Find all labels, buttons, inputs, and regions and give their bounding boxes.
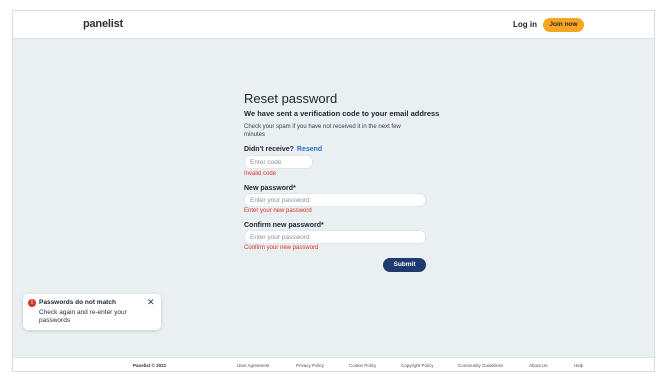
join-now-button[interactable]: Join now xyxy=(543,18,584,32)
submit-button[interactable]: Submit xyxy=(383,258,426,272)
footer-link-privacy-policy[interactable]: Privacy Policy xyxy=(296,363,324,368)
toast-title: Passwords do not match xyxy=(39,299,116,306)
confirm-password-error: Confirm your new password xyxy=(244,245,319,251)
footer: Panelist © 2021 User Agreement Privacy P… xyxy=(13,357,654,371)
resend-link[interactable]: Resend xyxy=(297,146,322,153)
confirm-password-input[interactable]: Enter your password xyxy=(244,230,426,244)
browser-viewport: panelist Log in Join now Reset password … xyxy=(12,10,655,372)
new-password-error: Enter your new password xyxy=(244,208,312,214)
spam-hint: Check your spam if you have not received… xyxy=(244,124,401,138)
footer-link-about-us[interactable]: About Us xyxy=(529,363,548,368)
code-error: Invalid code xyxy=(244,171,277,177)
new-password-input[interactable]: Enter your password xyxy=(244,193,426,207)
panelist-logo[interactable]: panelist xyxy=(83,18,123,30)
confirm-password-label: Confirm new password* xyxy=(244,222,324,229)
footer-link-cookie-policy[interactable]: Cookie Policy xyxy=(349,363,376,368)
footer-link-community-guidelines[interactable]: Community Guidelines xyxy=(458,363,503,368)
top-nav: panelist Log in Join now xyxy=(13,11,654,39)
form-subtitle: We have sent a verification code to your… xyxy=(244,109,440,118)
toast-message: Check again and re-enter your passwords xyxy=(39,309,127,324)
footer-copyright: Panelist © 2021 xyxy=(133,363,167,368)
footer-link-help[interactable]: Help xyxy=(574,363,583,368)
didnt-receive-label: Didn't receive? xyxy=(244,146,294,153)
page-title: Reset password xyxy=(244,91,338,106)
verification-code-input[interactable]: Enter code xyxy=(244,155,313,169)
close-icon[interactable]: ✕ xyxy=(147,297,155,308)
login-link[interactable]: Log in xyxy=(513,20,537,29)
footer-link-copyright-policy[interactable]: Copyright Policy xyxy=(401,363,434,368)
footer-link-user-agreement[interactable]: User Agreement xyxy=(237,363,270,368)
error-icon: ! xyxy=(28,299,36,307)
error-toast: ! Passwords do not match Check again and… xyxy=(23,294,161,330)
new-password-label: New password* xyxy=(244,185,296,192)
didnt-receive-row: Didn't receive? Resend xyxy=(244,146,322,153)
